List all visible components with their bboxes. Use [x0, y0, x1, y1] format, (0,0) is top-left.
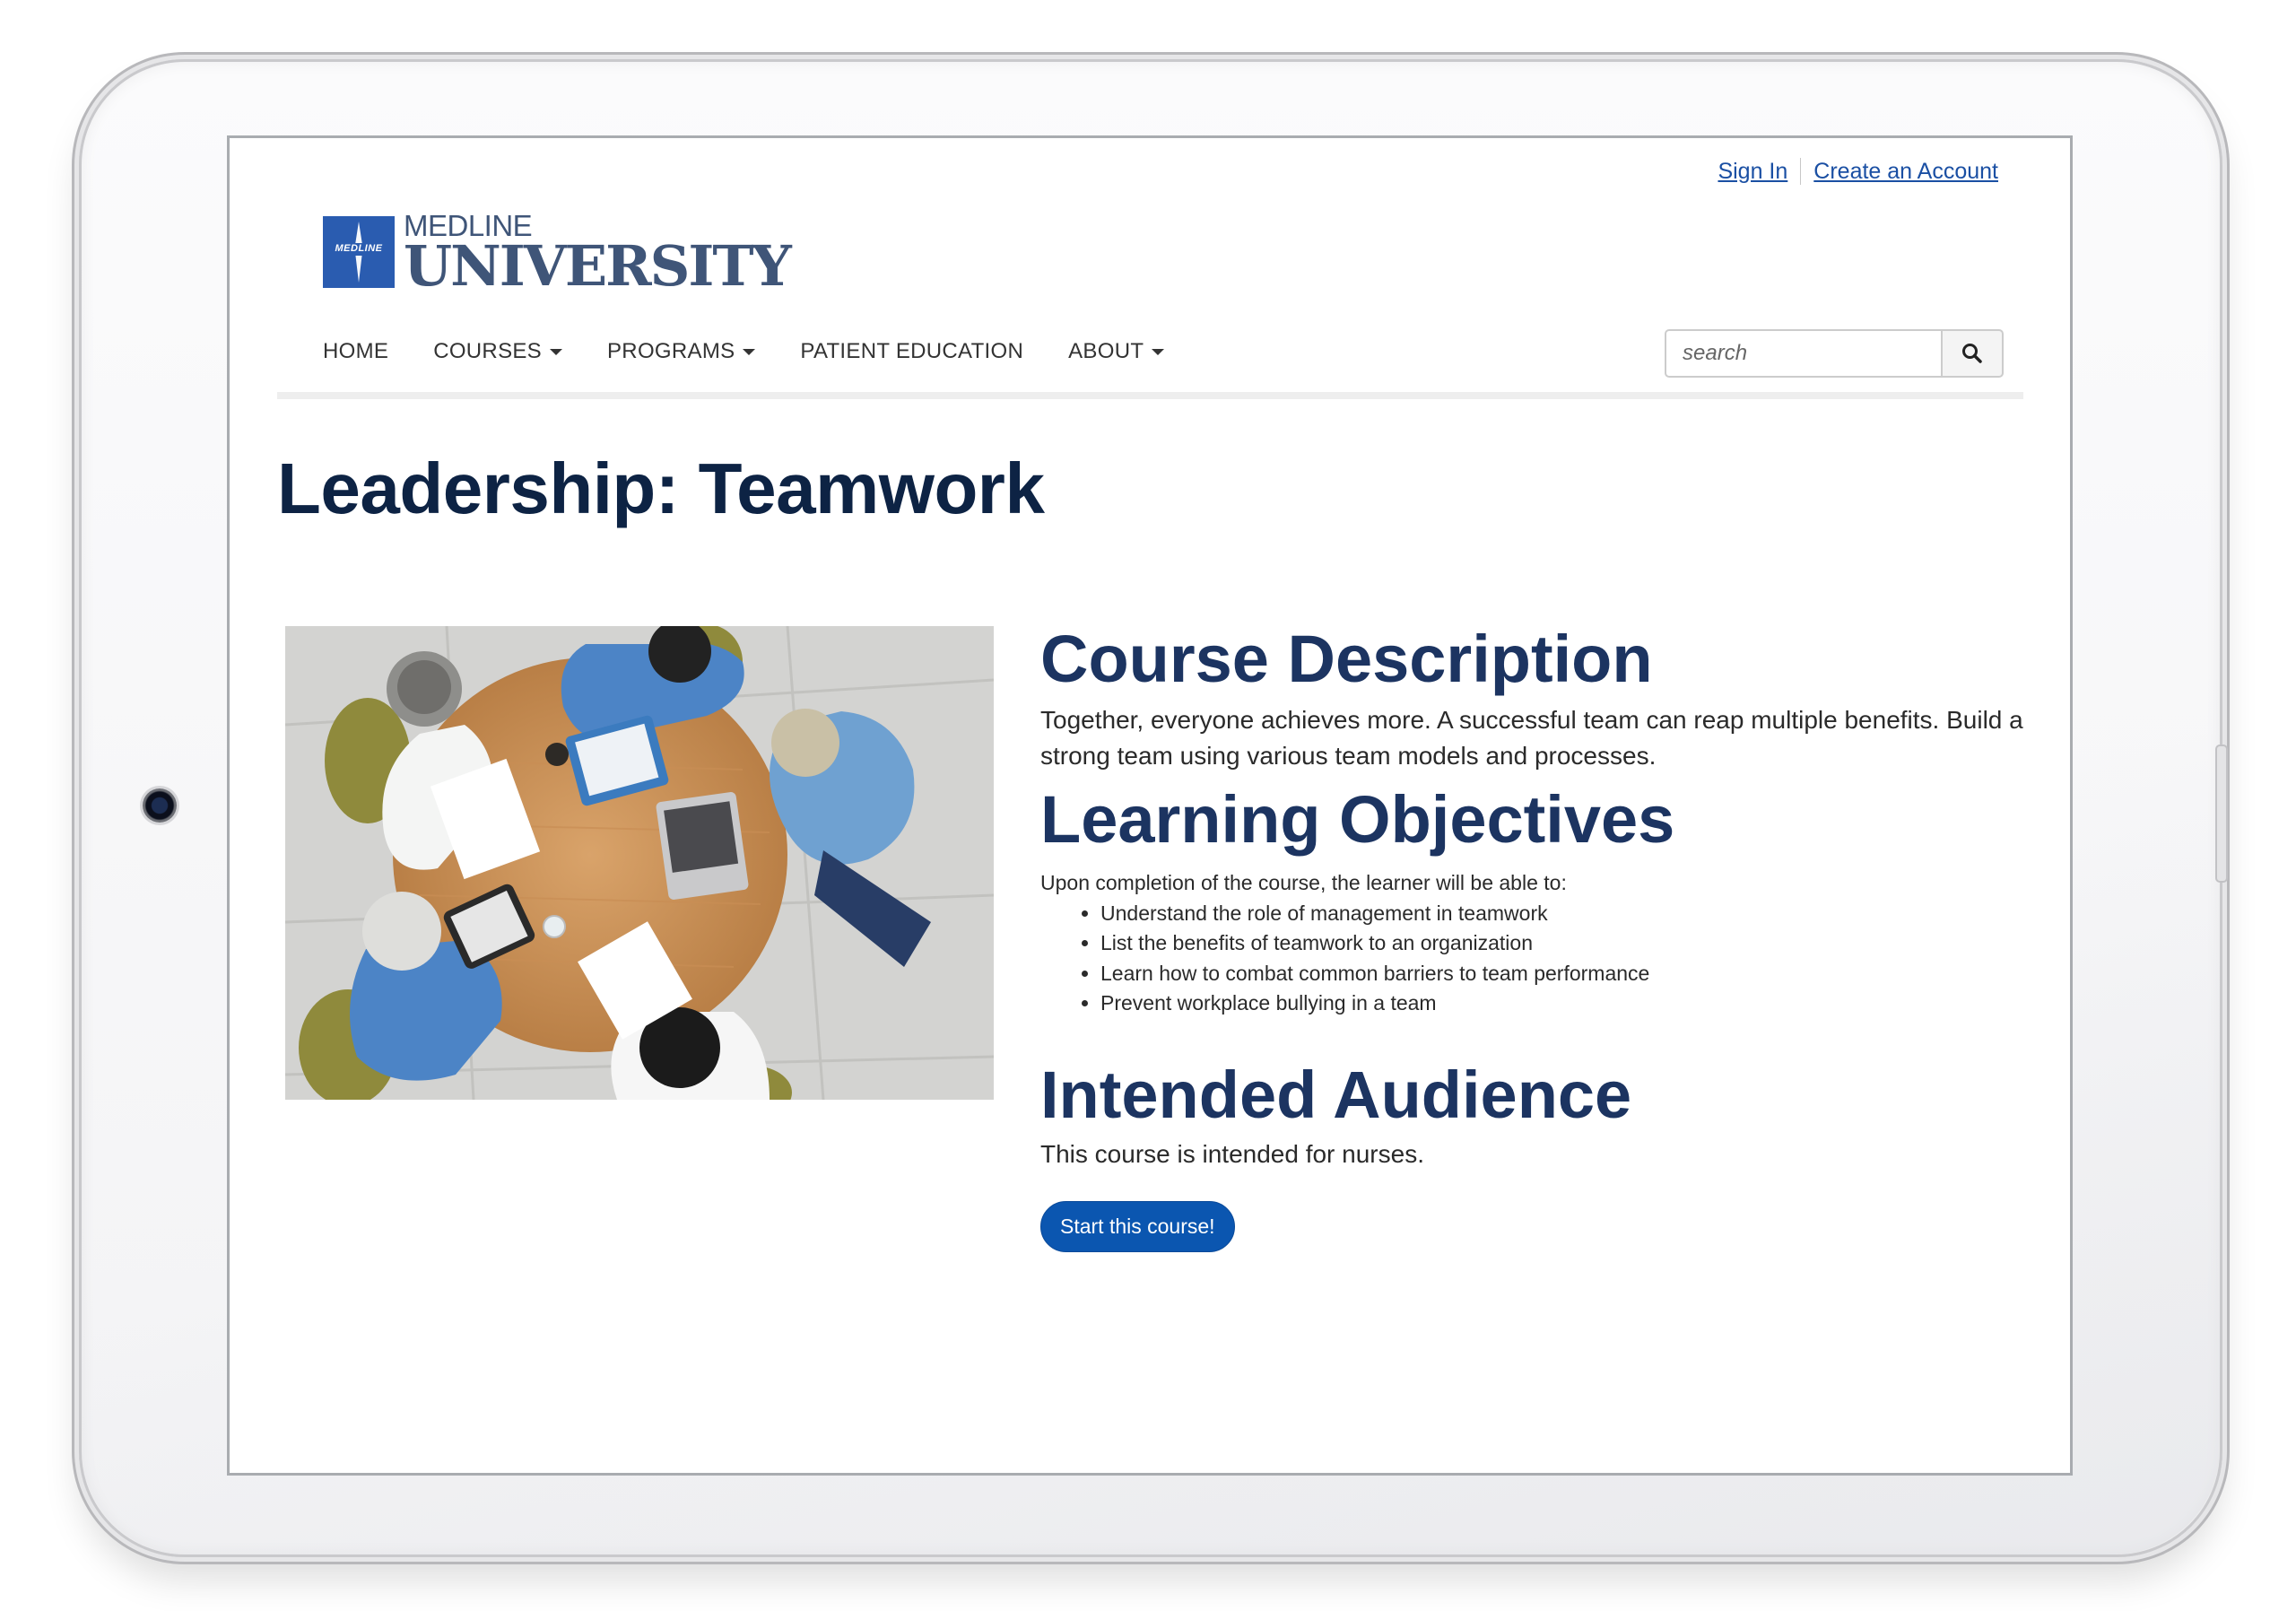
search-button[interactable]	[1943, 329, 2004, 378]
nav-label: ABOUT	[1068, 339, 1144, 363]
logo-line-university: UNIVERSITY	[404, 232, 792, 299]
learning-objectives-heading: Learning Objectives	[1040, 781, 1675, 857]
stage: Sign In Create an Account MEDLINE MEDLIN…	[0, 0, 2296, 1611]
course-description-text: Together, everyone achieves more. A succ…	[1040, 706, 2023, 771]
nav-item-patient-education[interactable]: PATIENT EDUCATION	[800, 339, 1023, 364]
caret-down-icon	[1152, 348, 1165, 355]
nav-label: PROGRAMS	[607, 339, 735, 363]
nav-item-courses[interactable]: COURSES	[433, 339, 562, 364]
account-links: Sign In Create an Account	[1718, 158, 1998, 185]
nav-label: COURSES	[433, 339, 542, 363]
nav-divider	[277, 392, 2023, 399]
nav-item-home[interactable]: HOME	[323, 339, 388, 364]
sign-in-link[interactable]: Sign In	[1718, 159, 1787, 185]
start-course-button[interactable]: Start this course!	[1040, 1201, 1235, 1253]
intended-audience-text: This course is intended for nurses.	[1040, 1140, 1424, 1169]
camera-icon	[143, 788, 177, 823]
logo-wordmark: MEDLINE UNIVERSITY	[404, 211, 792, 299]
course-description-heading: Course Description	[1040, 622, 1653, 696]
course-photo	[285, 626, 994, 1100]
nav-label: PATIENT EDUCATION	[800, 339, 1024, 363]
logo-mark-text: MEDLINE	[335, 243, 383, 254]
create-account-link[interactable]: Create an Account	[1813, 159, 1998, 185]
list-item: Learn how to combat common barriers to t…	[1100, 959, 2036, 989]
caret-down-icon	[743, 348, 756, 355]
nav-item-about[interactable]: ABOUT	[1068, 339, 1165, 364]
page-title: Leadership: Teamwork	[277, 448, 1045, 528]
list-item: List the benefits of teamwork to an orga…	[1100, 928, 2036, 959]
medline-university-logo[interactable]: MEDLINE MEDLINE UNIVERSITY	[323, 210, 792, 299]
list-item: Prevent workplace bullying in a team	[1100, 988, 2036, 1019]
search-icon	[1962, 344, 1982, 363]
intended-audience-heading: Intended Audience	[1040, 1057, 1632, 1132]
link-divider	[1800, 158, 1802, 185]
list-item: Understand the role of management in tea…	[1100, 899, 2036, 929]
objectives-intro: Upon completion of the course, the learn…	[1040, 871, 1567, 895]
search-input[interactable]	[1665, 329, 1943, 378]
search-form	[1665, 329, 2004, 378]
device-side-button	[2215, 745, 2228, 883]
team-meeting-image	[285, 626, 994, 1100]
start-course-row: Start this course!	[1040, 1201, 2036, 1253]
objectives-list: Understand the role of management in tea…	[1040, 899, 2036, 1019]
nav-item-programs[interactable]: PROGRAMS	[607, 339, 756, 364]
browser-screen: Sign In Create an Account MEDLINE MEDLIN…	[227, 135, 2073, 1476]
main-nav: HOME COURSES PROGRAMS PATIENT EDUCATION …	[323, 339, 1209, 364]
course-content: Course Description Together, everyone ac…	[1040, 622, 2036, 1253]
nav-label: HOME	[323, 339, 389, 363]
medline-star-icon: MEDLINE	[323, 216, 395, 288]
caret-down-icon	[550, 348, 562, 355]
